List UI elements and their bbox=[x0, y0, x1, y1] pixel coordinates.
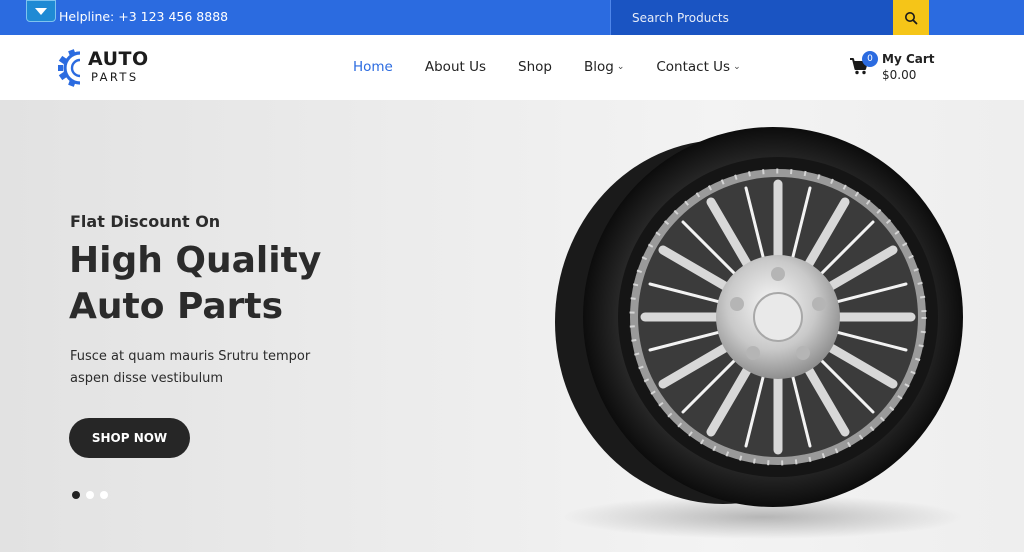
site-header: AUTO PARTS Home About Us Shop Blog ⌄ Con… bbox=[0, 35, 1024, 100]
slider-dots bbox=[72, 491, 114, 499]
nav-item-label: Contact Us bbox=[656, 59, 731, 75]
chevron-down-icon bbox=[35, 7, 47, 15]
chevron-down-icon: ⌄ bbox=[733, 62, 741, 72]
cart-count-badge: 0 bbox=[862, 51, 878, 67]
nav-item-label: About Us bbox=[424, 59, 486, 75]
slider-dot-1[interactable] bbox=[72, 491, 80, 499]
search-icon bbox=[905, 11, 918, 24]
nav-item-label: Blog bbox=[583, 59, 614, 75]
site-logo[interactable]: AUTO PARTS bbox=[58, 45, 158, 91]
search-button[interactable] bbox=[893, 0, 929, 35]
nav-item-blog[interactable]: Blog ⌄ bbox=[584, 59, 624, 75]
shop-now-button[interactable]: SHOP NOW bbox=[69, 418, 190, 458]
nav-item-shop[interactable]: Shop bbox=[518, 59, 552, 75]
nav-item-about-us[interactable]: About Us bbox=[425, 59, 486, 75]
cart-label: My Cart bbox=[882, 52, 935, 66]
hero-banner: Flat Discount On High Quality Auto Parts… bbox=[0, 100, 1024, 552]
topbar-toggle-button[interactable] bbox=[26, 0, 56, 22]
search-bar bbox=[610, 0, 893, 35]
cart-button[interactable]: 0 My Cart $0.00 bbox=[849, 51, 959, 87]
nav-item-label: Shop bbox=[518, 59, 552, 75]
nav-item-home[interactable]: Home bbox=[353, 59, 393, 75]
hero-headline: High Quality Auto Parts bbox=[69, 238, 321, 330]
nav-item-contact-us[interactable]: Contact Us ⌄ bbox=[656, 59, 740, 75]
search-input[interactable] bbox=[611, 0, 893, 35]
helpline-text: Helpline: +3 123 456 8888 bbox=[59, 9, 229, 24]
logo-text-auto: AUTO bbox=[88, 48, 149, 70]
gear-icon bbox=[58, 49, 81, 87]
cart-total: $0.00 bbox=[882, 68, 917, 82]
slider-dot-2[interactable] bbox=[86, 491, 94, 499]
chevron-down-icon: ⌄ bbox=[616, 62, 625, 72]
nav-item-label: Home bbox=[353, 59, 393, 75]
hero-headline-line1: High Quality bbox=[69, 240, 322, 281]
hero-headline-line2: Auto Parts bbox=[69, 286, 284, 327]
top-bar: Helpline: +3 123 456 8888 bbox=[0, 0, 1024, 35]
main-nav: Home About Us Shop Blog ⌄ Contact Us ⌄ bbox=[353, 59, 741, 75]
alloy-wheel-image bbox=[555, 127, 963, 539]
hero-subtitle: Flat Discount On bbox=[70, 212, 221, 231]
slider-dot-3[interactable] bbox=[100, 491, 108, 499]
logo-text-parts: PARTS bbox=[91, 70, 139, 84]
hero-description: Fusce at quam mauris Srutru tempor aspen… bbox=[70, 349, 311, 386]
